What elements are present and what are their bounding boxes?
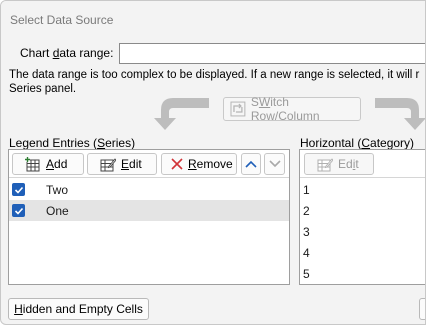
checkmark-icon (14, 207, 23, 215)
list-item[interactable]: 4 (300, 242, 425, 263)
add-series-label: Add (46, 157, 68, 171)
legend-entries-label: Legend Entries (Series) (9, 136, 136, 150)
dialog-title: Select Data Source (10, 13, 114, 27)
switch-row-column-button[interactable]: SWitch Row/Column (223, 95, 361, 123)
edit-series-label: Edit (121, 157, 142, 171)
curved-arrow-right-icon (375, 98, 425, 130)
move-down-button[interactable] (264, 153, 285, 175)
edit-category-button[interactable]: Edit (304, 153, 374, 175)
series-two-checkbox[interactable] (12, 183, 25, 196)
switch-row-column-icon (230, 101, 246, 117)
chevron-up-icon (245, 160, 257, 168)
series-row-two[interactable]: Two (9, 179, 289, 200)
chart-data-range-label: Chart data range: (20, 46, 114, 60)
edit-category-label: Edit (338, 157, 359, 171)
chevron-down-icon (268, 160, 281, 168)
select-data-source-dialog: Select Data Source Chart data range: The… (0, 0, 426, 325)
hidden-and-empty-cells-label: Hidden and Empty Cells (14, 302, 143, 316)
list-item[interactable]: 3 (300, 221, 425, 242)
series-list: Two One (9, 179, 289, 221)
remove-series-label: Remove (188, 157, 233, 171)
list-item[interactable]: 5 (300, 263, 425, 284)
series-row-one[interactable]: One (9, 200, 289, 221)
legend-entries-panel: Add Edit Remove Two One (8, 149, 290, 285)
edit-series-button[interactable]: Edit (87, 153, 157, 175)
curved-arrow-left-icon (154, 98, 209, 130)
remove-series-button[interactable]: Remove (161, 153, 237, 175)
category-toolbar: Edit (300, 150, 425, 178)
series-name: Two (46, 183, 69, 197)
checkmark-icon (14, 186, 23, 194)
add-table-icon (25, 156, 40, 171)
list-item[interactable]: 1 (300, 179, 425, 200)
switch-row-column-label: SWitch Row/Column (250, 95, 320, 123)
category-list: 1 2 3 4 5 (300, 179, 425, 284)
edit-table-icon (100, 157, 116, 171)
category-labels-panel: Edit 1 2 3 4 5 (299, 149, 425, 285)
hidden-and-empty-cells-button[interactable]: Hidden and Empty Cells (8, 298, 149, 320)
ok-button-partial[interactable] (419, 298, 425, 320)
add-series-button[interactable]: Add (12, 153, 84, 175)
legend-toolbar: Add Edit Remove (9, 150, 289, 178)
chart-data-range-input[interactable] (119, 43, 425, 64)
series-one-checkbox[interactable] (12, 204, 25, 217)
series-name: One (46, 204, 69, 218)
remove-x-icon (171, 158, 183, 170)
range-too-complex-message: The data range is too complex to be disp… (9, 69, 420, 95)
move-up-button[interactable] (241, 153, 261, 175)
title-bar: Select Data Source (1, 1, 425, 39)
list-item[interactable]: 2 (300, 200, 425, 221)
edit-table-icon (317, 157, 333, 171)
